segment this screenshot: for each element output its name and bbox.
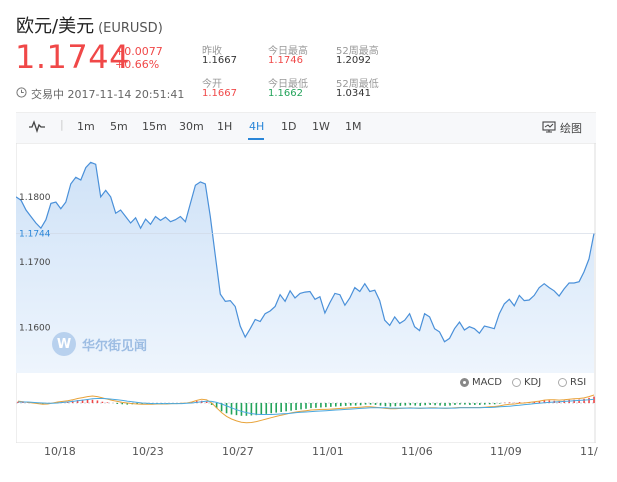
radio-unselected-icon [558, 378, 567, 387]
period-1mo[interactable]: 1M [345, 120, 362, 133]
y-tick-label: 1.1800 [19, 193, 51, 203]
indicator-rsi[interactable]: RSI [558, 377, 586, 388]
chart-type-icon[interactable] [28, 119, 46, 136]
x-tick-label: 10/27 [222, 445, 254, 458]
period-1m[interactable]: 1m [77, 120, 95, 133]
draw-button[interactable]: 绘图 [542, 120, 582, 136]
period-1d[interactable]: 1D [281, 120, 296, 133]
day-high-value: 1.1746 [268, 55, 303, 66]
status-text: 交易中 2017-11-14 20:51:41 [31, 88, 185, 101]
indicator-macd[interactable]: MACD [460, 377, 502, 388]
open-value: 1.1667 [202, 88, 237, 99]
change-absolute: +0.0077 [115, 45, 163, 58]
x-tick-label: 11/01 [312, 445, 344, 458]
toolbar-divider: | [60, 118, 64, 131]
indicator-rsi-label: RSI [570, 377, 587, 388]
indicator-kdj-label: KDJ [524, 377, 542, 388]
active-period-indicator [248, 138, 264, 140]
x-tick-label: 11/ [580, 445, 598, 458]
radio-unselected-icon [512, 378, 521, 387]
draw-label: 绘图 [560, 122, 582, 135]
wk52-low-value: 1.0341 [336, 88, 371, 99]
pair-name: 欧元/美元 [16, 16, 95, 37]
current-price-label: 1.1744 [19, 229, 51, 239]
period-1h[interactable]: 1H [217, 120, 232, 133]
pair-title: 欧元/美元 (EURUSD) [16, 12, 163, 38]
monitor-icon [542, 120, 556, 136]
indicator-kdj[interactable]: KDJ [512, 377, 541, 388]
clock-icon [16, 87, 27, 101]
period-15m[interactable]: 15m [142, 120, 167, 133]
watermark-text: 华尔街见闻 [82, 338, 148, 354]
price-chart[interactable]: 1.1800 1.1700 1.1600 1.1744 [16, 143, 596, 443]
change-percent: +0.66% [115, 58, 160, 71]
trading-status: 交易中 2017-11-14 20:51:41 [16, 86, 184, 102]
indicator-macd-label: MACD [472, 377, 502, 388]
x-tick-label: 11/09 [490, 445, 522, 458]
period-30m[interactable]: 30m [179, 120, 204, 133]
period-toolbar: | 1m 5m 15m 30m 1H 4H 1D 1W 1M 绘图 [16, 112, 596, 144]
x-tick-label: 10/18 [44, 445, 76, 458]
x-tick-label: 11/06 [401, 445, 433, 458]
watermark-logo-icon: W [52, 332, 76, 356]
prev-close-value: 1.1667 [202, 55, 237, 66]
radio-selected-icon [460, 378, 469, 387]
period-1w[interactable]: 1W [312, 120, 330, 133]
wk52-high-value: 1.2092 [336, 55, 371, 66]
period-5m[interactable]: 5m [110, 120, 128, 133]
y-tick-label: 1.1600 [19, 323, 51, 333]
period-4h[interactable]: 4H [249, 120, 264, 133]
watermark: W 华尔街见闻 [52, 332, 147, 356]
x-tick-label: 10/23 [132, 445, 164, 458]
y-tick-label: 1.1700 [19, 258, 51, 268]
day-low-value: 1.1662 [268, 88, 303, 99]
macd-dif-line [17, 394, 595, 424]
current-price: 1.1744 [15, 38, 130, 76]
pair-code: (EURUSD) [98, 21, 163, 36]
